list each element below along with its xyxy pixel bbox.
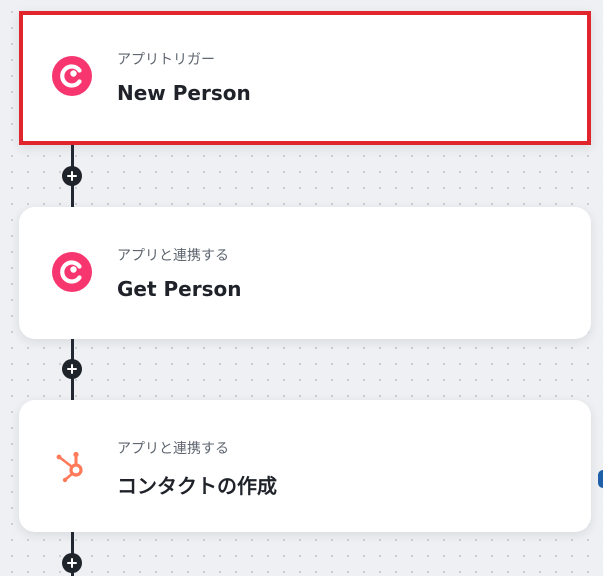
step-title: コンタクトの作成 <box>117 474 277 498</box>
side-panel-edge <box>598 470 603 488</box>
add-step-button[interactable] <box>62 166 82 186</box>
add-step-button[interactable] <box>62 359 82 379</box>
step-type-label: アプリと連携する <box>117 441 229 457</box>
add-step-button[interactable] <box>62 553 82 573</box>
hubspot-logo-icon <box>51 444 93 486</box>
step-type-label: アプリトリガー <box>117 52 215 68</box>
flow-step-card-action[interactable]: アプリと連携する コンタクトの作成 <box>19 400 591 532</box>
plus-icon <box>67 558 77 568</box>
flow-step-card-action[interactable]: アプリと連携する Get Person <box>19 207 591 339</box>
flow-step-card-trigger[interactable]: アプリトリガー New Person <box>19 11 591 145</box>
copper-logo-icon <box>51 251 93 293</box>
step-title: Get Person <box>117 277 242 301</box>
step-title: New Person <box>117 81 251 105</box>
step-type-label: アプリと連携する <box>117 248 229 264</box>
plus-icon <box>67 171 77 181</box>
copper-logo-icon <box>51 55 93 97</box>
plus-icon <box>67 364 77 374</box>
